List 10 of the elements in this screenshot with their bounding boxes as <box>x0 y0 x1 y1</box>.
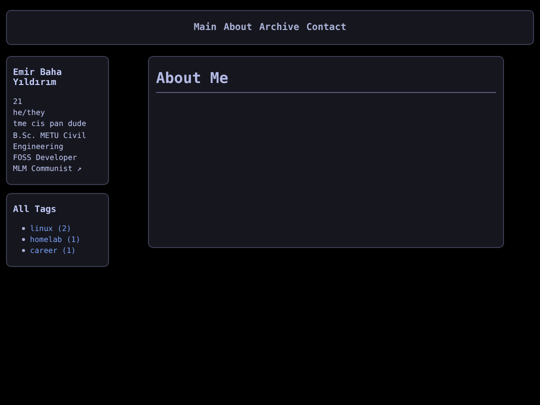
bullet-icon <box>22 238 25 242</box>
nav-link[interactable]: Contact <box>306 22 346 33</box>
nav-link[interactable]: About <box>224 22 252 33</box>
tags-title: All Tags <box>13 205 58 216</box>
page-heading: About Me <box>156 69 230 87</box>
profile-name: Emir Baha Yıldırım <box>13 68 63 88</box>
nav-link[interactable]: Archive <box>259 22 300 33</box>
bullet-icon <box>22 227 25 230</box>
nav-link[interactable]: Main <box>194 22 217 33</box>
bullet-icon <box>22 249 25 252</box>
